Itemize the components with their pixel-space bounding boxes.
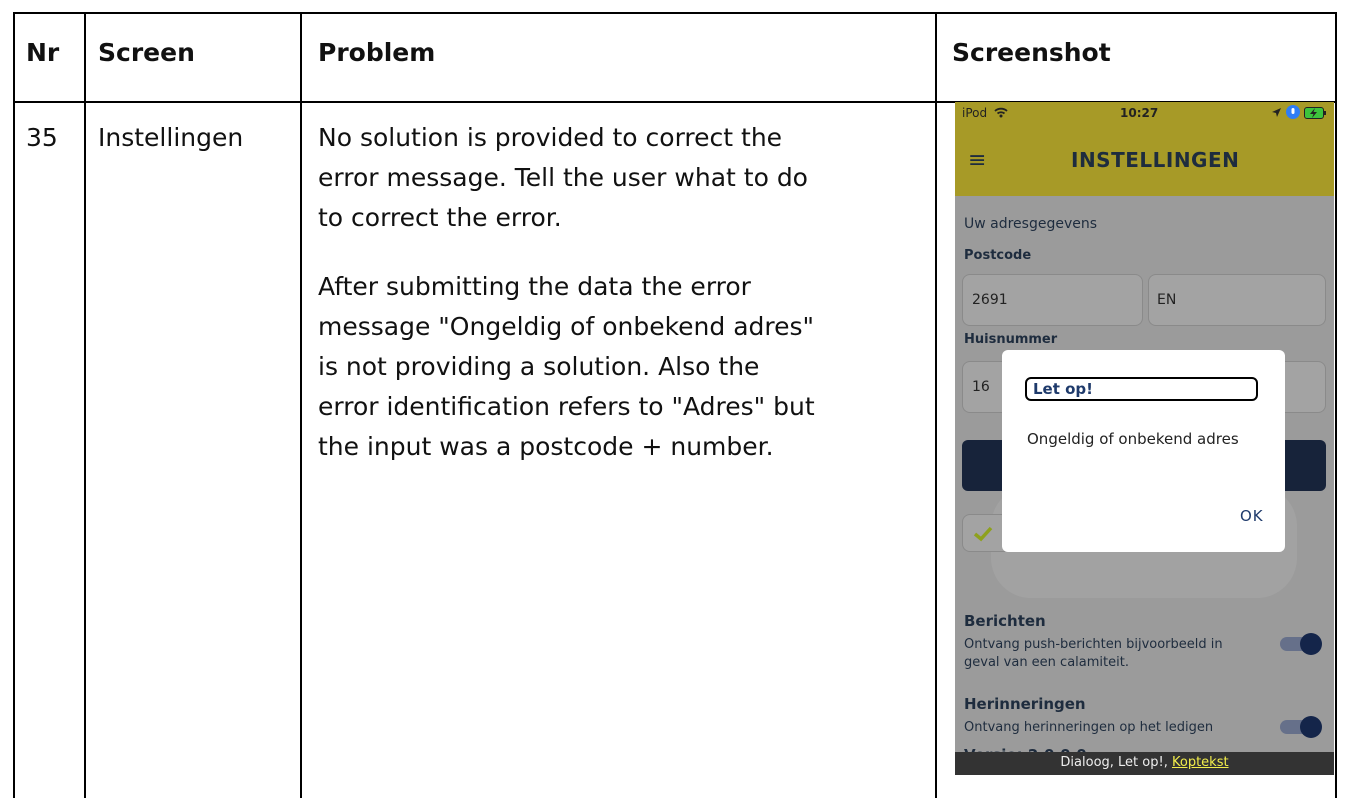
postcode-digits-value: 2691 [972, 292, 1008, 308]
voiceover-highlight: Koptekst [1171, 755, 1229, 770]
problem-line: to correct the error. [318, 203, 562, 232]
table-border-right [1335, 12, 1337, 798]
problem-line: No solution is provided to correct the [318, 123, 783, 152]
location-arrow-icon [1272, 108, 1282, 117]
postcode-letters-input[interactable]: EN [1148, 274, 1326, 326]
dialog-title: Let op! [1025, 377, 1258, 401]
row-nr: 35 [26, 123, 58, 152]
col-divider-2 [300, 12, 302, 798]
row-screen: Instellingen [98, 123, 244, 152]
problem-line: the input was a postcode + number. [318, 432, 774, 461]
app-screenshot: iPod 10:27 ≡ INSTELLINGEN Uw adresgegeve… [955, 102, 1334, 775]
berichten-title: Berichten [964, 612, 1046, 630]
header-problem: Problem [318, 38, 436, 67]
postcode-digits-input[interactable]: 2691 [962, 274, 1143, 326]
table-border-left [13, 12, 15, 798]
herinneringen-title: Herinneringen [964, 695, 1086, 713]
postcode-label: Postcode [964, 248, 1032, 263]
table-border-top [13, 12, 1337, 14]
problem-line: error identification refers to "Adres" b… [318, 392, 815, 421]
col-divider-3 [935, 12, 937, 798]
huisnummer-value: 16 [972, 379, 990, 395]
clock-time: 10:27 [1120, 106, 1159, 120]
section-title: Uw adresgegevens [964, 216, 1098, 232]
app-header: ≡ INSTELLINGEN [955, 124, 1334, 196]
problem-line: After submitting the data the error [318, 272, 751, 301]
wifi-icon [994, 107, 1008, 118]
dialog-ok-button[interactable]: OK [1240, 507, 1264, 525]
row-problem-paragraph-2: After submitting the data the error mess… [318, 267, 930, 467]
dialog-message: Ongeldig of onbekend adres [1027, 430, 1239, 448]
huisnummer-label: Huisnummer [964, 332, 1058, 347]
problem-line: is not providing a solution. Also the [318, 352, 760, 381]
header-nr: Nr [26, 38, 60, 67]
carrier-label: iPod [962, 106, 988, 120]
battery-charging-icon [1304, 107, 1326, 119]
problem-line: error message. Tell the user what to do [318, 163, 808, 192]
herinneringen-description: Ontvang herinneringen op het ledigen [964, 720, 1214, 735]
header-screen: Screen [98, 38, 195, 67]
postcode-letters-value: EN [1157, 292, 1177, 308]
row-problem-paragraph-1: No solution is provided to correct the e… [318, 118, 930, 238]
herinneringen-toggle[interactable] [1274, 716, 1322, 738]
page-title: INSTELLINGEN [1071, 148, 1240, 172]
header-screenshot: Screenshot [952, 38, 1111, 67]
berichten-description: Ontvang push-berichten bijvoorbeeld in g… [964, 637, 1223, 670]
checkmark-icon [973, 526, 993, 542]
problem-line: message "Ongeldig of onbekend adres" [318, 312, 815, 341]
hamburger-menu-icon[interactable]: ≡ [968, 148, 986, 173]
microphone-icon [1286, 105, 1301, 119]
voiceover-text: Dialoog, Let op!, [1060, 755, 1172, 770]
berichten-toggle[interactable] [1274, 633, 1322, 655]
status-bar: iPod 10:27 [955, 102, 1334, 124]
voiceover-caption: Dialoog, Let op!, Koptekst [955, 752, 1334, 775]
col-divider-1 [84, 12, 86, 798]
alert-dialog: Let op! Ongeldig of onbekend adres OK [1002, 350, 1285, 552]
